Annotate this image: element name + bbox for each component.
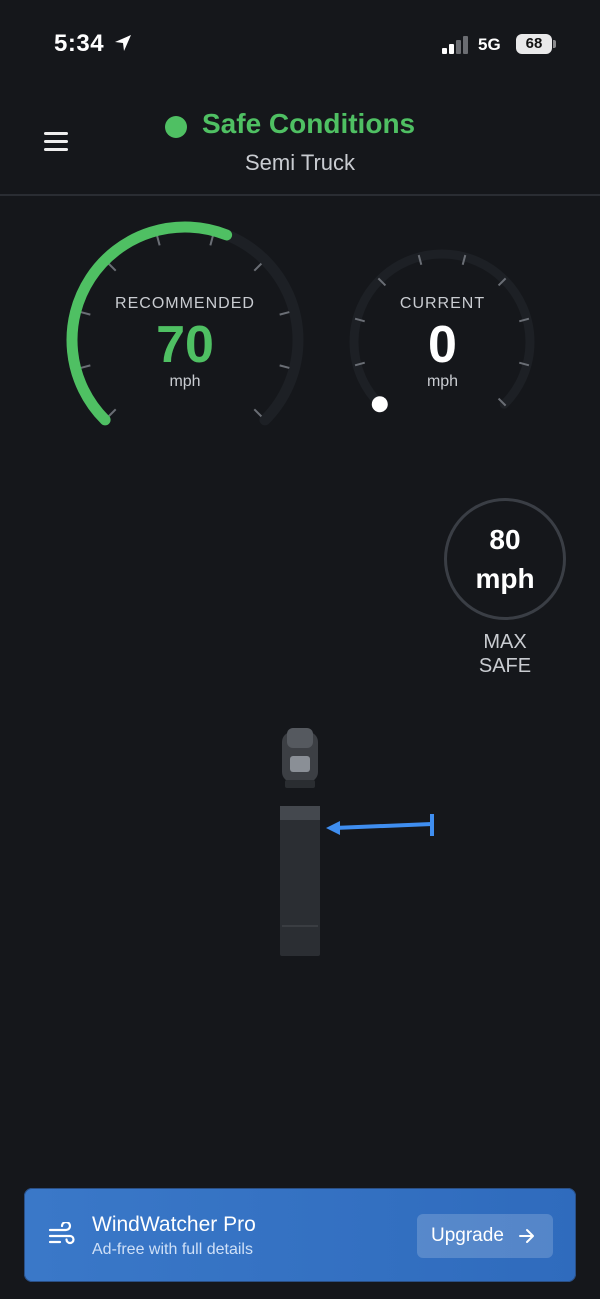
wind-arrow-icon bbox=[326, 814, 434, 836]
truck-wind-diagram bbox=[280, 728, 434, 956]
battery-icon: 68 bbox=[516, 34, 552, 54]
current-gauge: CURRENT 0 mph bbox=[345, 245, 540, 435]
recommended-gauge-tick bbox=[107, 262, 117, 272]
upgrade-button[interactable]: Upgrade bbox=[417, 1214, 553, 1258]
recommended-gauge: RECOMMENDED 70 mph bbox=[60, 215, 310, 445]
recommended-unit: mph bbox=[169, 373, 201, 390]
max-safe-label-line1: MAX bbox=[483, 631, 527, 653]
max-safe-label: MAX SAFE bbox=[450, 630, 560, 678]
network-type: 5G bbox=[478, 35, 501, 54]
current-label: CURRENT bbox=[399, 295, 486, 312]
arrow-right-icon bbox=[519, 1229, 534, 1243]
status-time: 5:34 bbox=[54, 30, 105, 57]
recommended-gauge-tick bbox=[209, 235, 214, 246]
recommended-gauge-tick bbox=[253, 408, 263, 418]
truck-cab-icon bbox=[282, 728, 318, 788]
current-unit: mph bbox=[426, 373, 459, 390]
battery-nub bbox=[553, 40, 556, 48]
banner-subtitle: Ad-free with full details bbox=[92, 1241, 253, 1258]
max-safe-circle bbox=[444, 498, 566, 620]
conditions-status: Safe Conditions bbox=[202, 108, 416, 139]
wind-icon bbox=[48, 1222, 75, 1245]
current-gauge-indicator bbox=[371, 396, 388, 413]
banner-title: WindWatcher Pro bbox=[92, 1213, 256, 1236]
status-dot-icon bbox=[165, 116, 187, 138]
recommended-label: RECOMMENDED bbox=[115, 295, 255, 312]
max-safe-unit: mph bbox=[475, 563, 535, 594]
app-header bbox=[0, 90, 600, 196]
upgrade-button-label: Upgrade bbox=[431, 1225, 504, 1246]
current-value: 0 bbox=[428, 316, 457, 374]
truck-trailer-icon bbox=[280, 806, 320, 956]
recommended-gauge-tick bbox=[156, 235, 161, 246]
status-bar: 5:34 5G 68 bbox=[0, 0, 600, 90]
recommended-gauge-tick bbox=[253, 262, 263, 272]
recommended-value: 70 bbox=[156, 316, 214, 374]
cellular-signal-icon bbox=[442, 36, 468, 54]
location-arrow-icon bbox=[115, 35, 131, 51]
max-safe-value: 80 bbox=[489, 524, 521, 555]
vehicle-type[interactable]: Semi Truck bbox=[0, 150, 600, 176]
hamburger-menu-icon[interactable] bbox=[44, 132, 68, 152]
max-safe-label-line2: SAFE bbox=[478, 655, 532, 677]
recommended-gauge-tick bbox=[107, 408, 117, 418]
